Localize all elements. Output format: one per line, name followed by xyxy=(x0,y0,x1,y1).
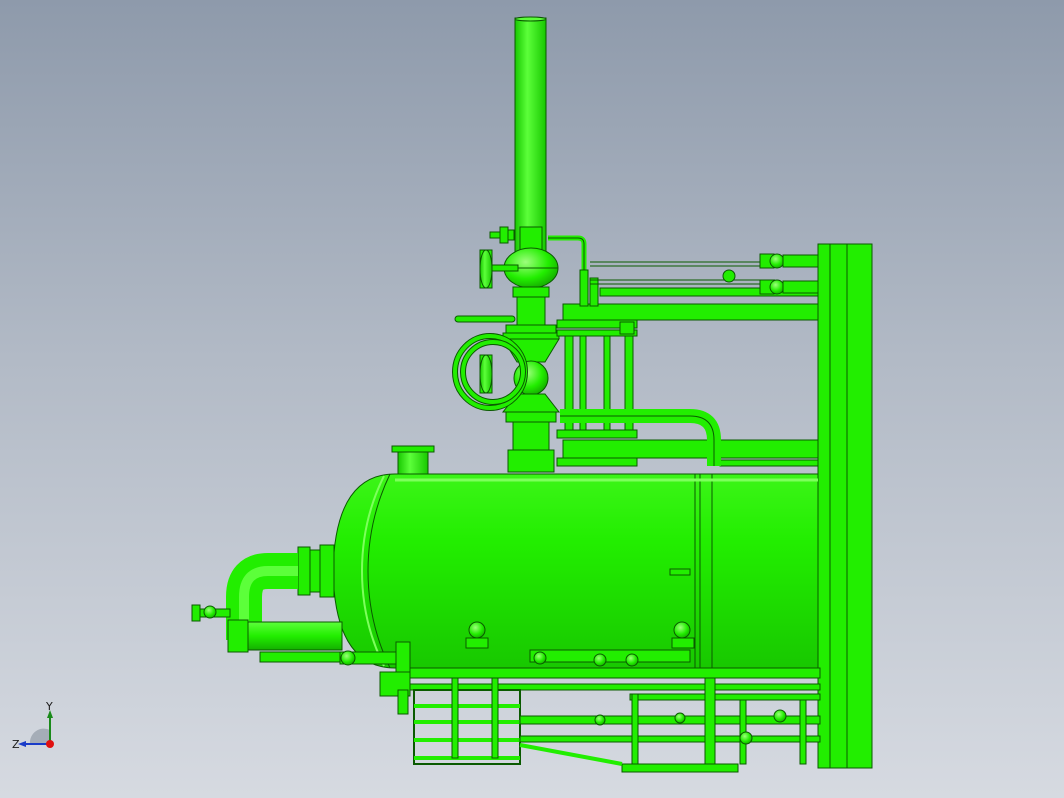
vent-stack[interactable] xyxy=(514,16,547,259)
graphics-viewport[interactable]: Y Z xyxy=(0,0,1064,798)
horizontal-vessel[interactable] xyxy=(332,473,819,669)
z-axis-label: Z xyxy=(12,738,20,751)
pressure-gauge-lower[interactable] xyxy=(479,354,493,394)
drain-valve-left[interactable] xyxy=(191,604,231,622)
inlet-elbow[interactable] xyxy=(226,544,351,663)
y-axis-label: Y xyxy=(45,700,53,713)
base-skid xyxy=(379,667,821,773)
side-panel xyxy=(817,243,873,769)
right-valves[interactable] xyxy=(759,253,822,295)
triad-origin xyxy=(46,740,54,748)
axis-triad-icon: Y Z xyxy=(12,700,54,751)
top-nozzle[interactable] xyxy=(391,445,435,477)
small-valve-top[interactable] xyxy=(489,226,515,244)
3d-model-view[interactable] xyxy=(0,0,1064,798)
